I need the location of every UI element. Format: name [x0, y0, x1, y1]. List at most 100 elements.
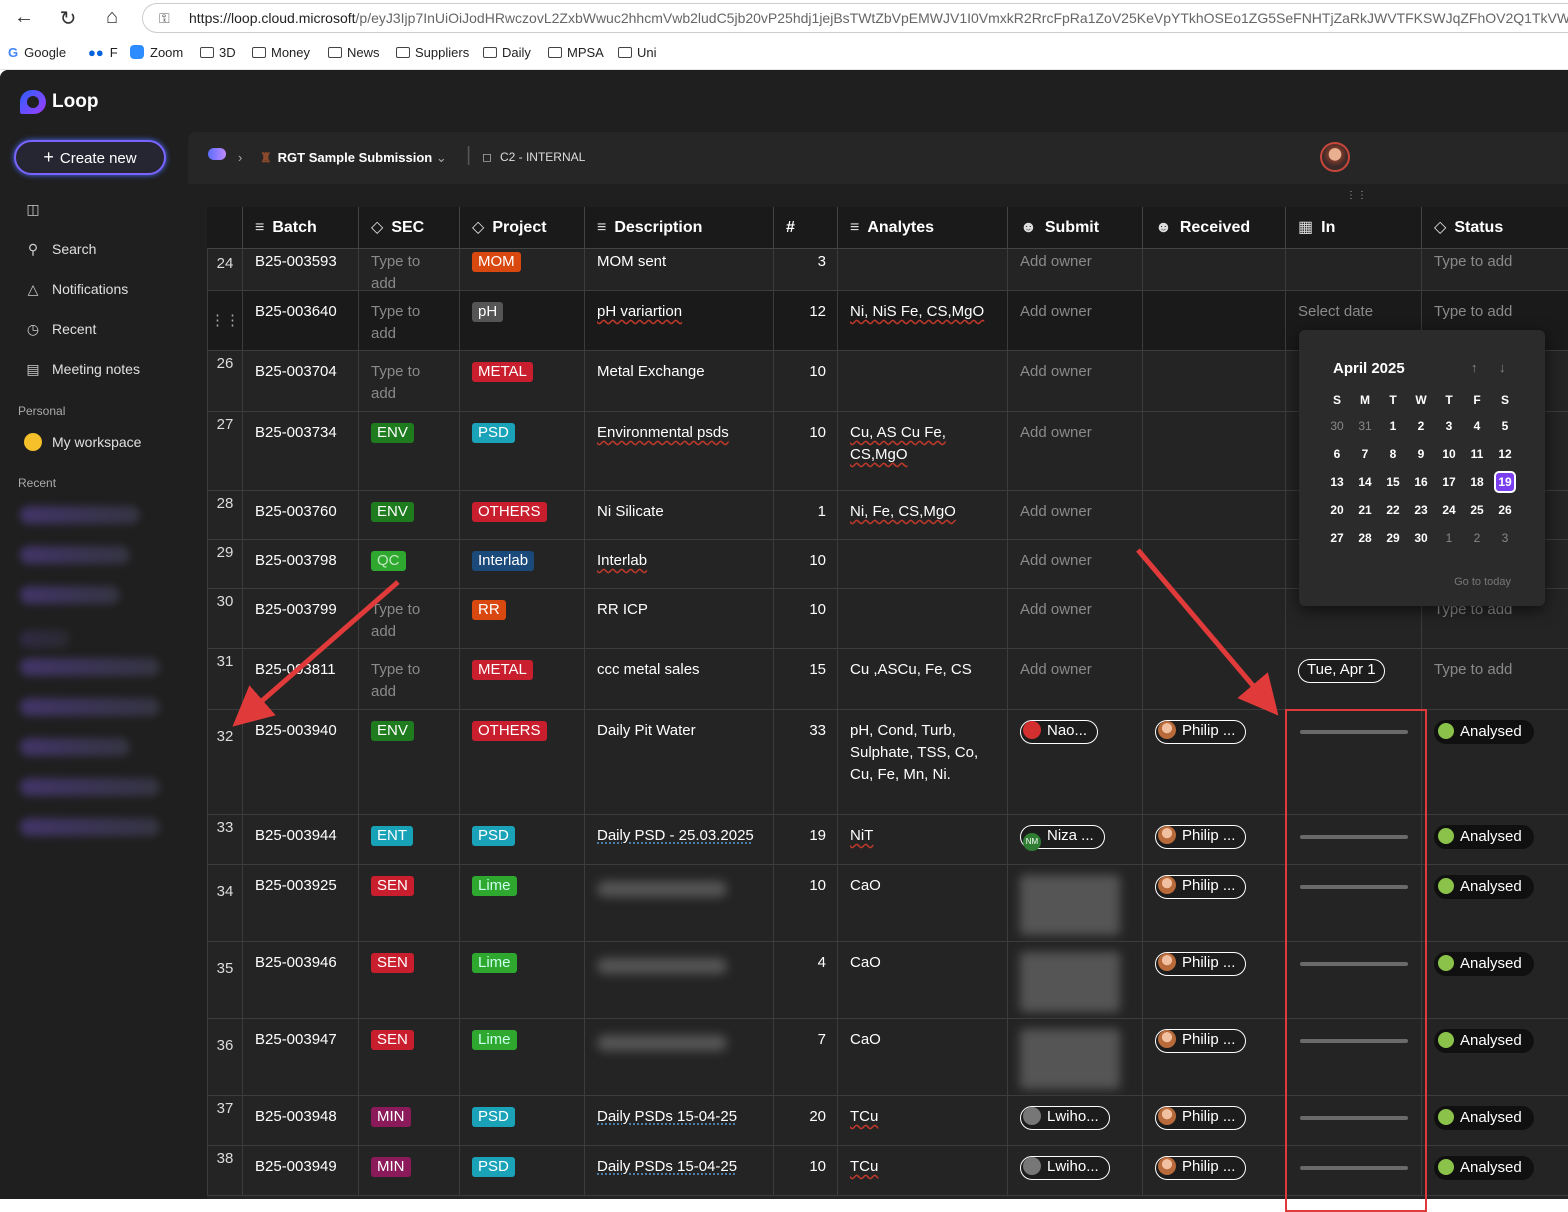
count-cell[interactable]: 10: [773, 1146, 838, 1195]
batch-cell[interactable]: B25-003948: [242, 1096, 359, 1145]
sec-cell[interactable]: ENV: [358, 491, 460, 539]
owner-pill[interactable]: Philip ...: [1155, 1156, 1247, 1180]
sidebar-item-recent[interactable]: ◷ Recent: [24, 321, 96, 338]
calendar-day[interactable]: 30: [1323, 412, 1351, 440]
batch-cell[interactable]: B25-003640: [242, 291, 359, 350]
batch-cell[interactable]: B25-003593: [242, 249, 359, 290]
count-cell[interactable]: 20: [773, 1096, 838, 1145]
received-cell[interactable]: [1142, 351, 1286, 411]
bookmark-zoom[interactable]: Zoom: [130, 45, 183, 60]
status-cell[interactable]: Analysed: [1421, 1146, 1568, 1195]
owner-pill[interactable]: Philip ...: [1155, 720, 1247, 744]
batch-cell[interactable]: B25-003734: [242, 412, 359, 490]
sec-cell[interactable]: ENV: [358, 710, 460, 814]
refresh-icon[interactable]: ↻: [56, 6, 80, 31]
sec-cell[interactable]: Type to add: [358, 589, 460, 648]
calendar-day[interactable]: 15: [1379, 468, 1407, 496]
owner-pill[interactable]: Nao...: [1020, 720, 1099, 744]
calendar-day[interactable]: 20: [1323, 496, 1351, 524]
sec-cell[interactable]: SEN: [358, 942, 460, 1018]
home-icon[interactable]: ⌂: [100, 6, 124, 29]
calendar-day[interactable]: 21: [1351, 496, 1379, 524]
recent-item-blurred[interactable]: [20, 546, 130, 564]
project-cell[interactable]: PSD: [459, 815, 584, 864]
bookmark-news[interactable]: News: [328, 45, 380, 60]
calendar-day[interactable]: 11: [1463, 440, 1491, 468]
calendar-day[interactable]: 6: [1323, 440, 1351, 468]
owner-pill[interactable]: Philip ...: [1155, 875, 1247, 899]
date-picker[interactable]: April 2025 ↑ ↓ S M T W T F S 30 31 1 2 3 4 5 6 7 8 9 10 11 1…: [1299, 330, 1545, 606]
owner-pill[interactable]: Philip ...: [1155, 952, 1247, 976]
received-cell[interactable]: Philip ...: [1142, 710, 1286, 814]
calendar-day[interactable]: 27: [1323, 524, 1351, 552]
batch-cell[interactable]: B25-003704: [242, 351, 359, 411]
count-cell[interactable]: 15: [773, 649, 838, 709]
received-cell[interactable]: [1142, 491, 1286, 539]
calendar-day[interactable]: 16: [1407, 468, 1435, 496]
analytes-cell[interactable]: [837, 589, 1008, 648]
received-cell[interactable]: [1142, 649, 1286, 709]
analytes-cell[interactable]: CaO: [837, 865, 1008, 941]
analytes-cell[interactable]: pH, Cond, Turb, Sulphate, TSS, Co, Cu, F…: [837, 710, 1008, 814]
calendar-day[interactable]: 3: [1435, 412, 1463, 440]
received-cell[interactable]: Philip ...: [1142, 815, 1286, 864]
submit-cell[interactable]: Add owner: [1007, 589, 1143, 648]
project-cell[interactable]: METAL: [459, 649, 584, 709]
submit-cell[interactable]: Lwiho...: [1007, 1146, 1143, 1195]
previous-month-icon[interactable]: ↑: [1471, 360, 1478, 375]
bookmark-google[interactable]: G Google: [8, 45, 66, 60]
calendar-day[interactable]: 22: [1379, 496, 1407, 524]
description-cell[interactable]: Daily PSDs 15-04-25: [584, 1146, 774, 1195]
calendar-day[interactable]: 12: [1491, 440, 1519, 468]
status-cell[interactable]: Analysed: [1421, 710, 1568, 814]
project-cell[interactable]: Lime: [459, 1019, 584, 1095]
batch-cell[interactable]: B25-003760: [242, 491, 359, 539]
submit-cell[interactable]: [1007, 1019, 1143, 1095]
calendar-day[interactable]: 26: [1491, 496, 1519, 524]
status-badge[interactable]: Analysed: [1434, 825, 1534, 849]
description-cell[interactable]: Environmental psds: [584, 412, 774, 490]
project-cell[interactable]: MOM: [459, 249, 584, 290]
calendar-day[interactable]: 24: [1435, 496, 1463, 524]
submit-cell[interactable]: Add owner: [1007, 291, 1143, 350]
status-cell[interactable]: Type to add: [1421, 249, 1568, 290]
received-cell[interactable]: Philip ...: [1142, 865, 1286, 941]
calendar-day[interactable]: 30: [1407, 524, 1435, 552]
description-cell[interactable]: MOM sent: [584, 249, 774, 290]
received-cell[interactable]: [1142, 589, 1286, 648]
analytes-cell[interactable]: Ni, NiS Fe, CS,MgO: [837, 291, 1008, 350]
count-cell[interactable]: 1: [773, 491, 838, 539]
count-cell[interactable]: 10: [773, 865, 838, 941]
description-cell[interactable]: RR ICP: [584, 589, 774, 648]
bookmark-3d[interactable]: 3D: [200, 45, 236, 60]
date-chip[interactable]: Tue, Apr 1: [1298, 659, 1385, 683]
owner-pill[interactable]: NM Niza ...: [1020, 825, 1105, 851]
status-cell[interactable]: Type to add: [1421, 649, 1568, 709]
project-cell[interactable]: PSD: [459, 412, 584, 490]
project-cell[interactable]: PSD: [459, 1096, 584, 1145]
recent-item-blurred[interactable]: [20, 698, 160, 716]
count-cell[interactable]: 4: [773, 942, 838, 1018]
analytes-cell[interactable]: TCu: [837, 1096, 1008, 1145]
row-drag-handle-icon[interactable]: ⋮⋮: [210, 312, 240, 329]
create-new-button[interactable]: + Create new: [14, 140, 166, 175]
calendar-day[interactable]: 4: [1463, 412, 1491, 440]
calendar-day[interactable]: 7: [1351, 440, 1379, 468]
count-cell[interactable]: 10: [773, 589, 838, 648]
submit-cell[interactable]: Add owner: [1007, 412, 1143, 490]
analytes-cell[interactable]: Cu ,ASCu, Fe, CS: [837, 649, 1008, 709]
analytes-cell[interactable]: NiT: [837, 815, 1008, 864]
submit-cell[interactable]: Add owner: [1007, 249, 1143, 290]
back-icon[interactable]: ←: [12, 6, 36, 29]
received-cell[interactable]: [1142, 249, 1286, 290]
submit-cell[interactable]: Add owner: [1007, 491, 1143, 539]
description-cell[interactable]: Interlab: [584, 540, 774, 588]
page-title[interactable]: ♜ RGT Sample Submission ⌄: [260, 150, 447, 166]
sec-cell[interactable]: MIN: [358, 1146, 460, 1195]
submit-cell[interactable]: Add owner: [1007, 649, 1143, 709]
received-cell[interactable]: Philip ...: [1142, 1019, 1286, 1095]
analytes-cell[interactable]: Ni, Fe, CS,MgO: [837, 491, 1008, 539]
calendar-day[interactable]: 18: [1463, 468, 1491, 496]
count-cell[interactable]: 12: [773, 291, 838, 350]
description-cell[interactable]: [584, 942, 774, 1018]
